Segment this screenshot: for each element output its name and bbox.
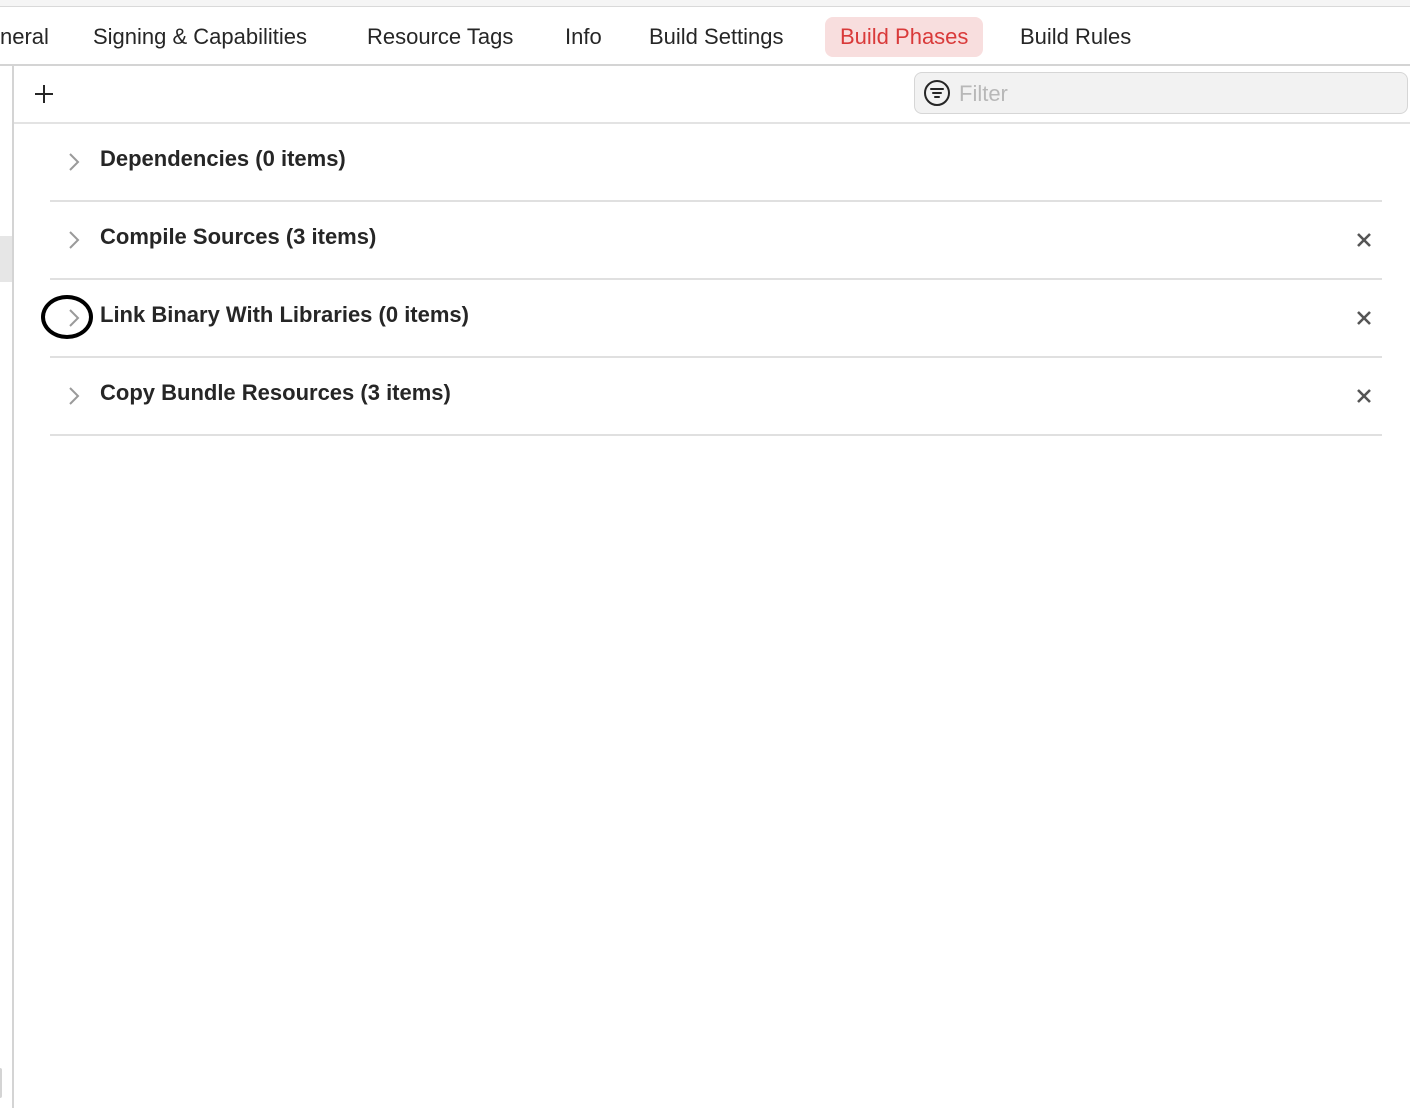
tab-resource-tags[interactable]: Resource Tags	[367, 17, 513, 57]
delete-phase-icon[interactable]	[1354, 308, 1374, 328]
left-pane-scroll-edge	[0, 1068, 2, 1098]
delete-phase-icon[interactable]	[1354, 230, 1374, 250]
phase-row-copy-bundle-resources[interactable]: Copy Bundle Resources (3 items)	[50, 358, 1382, 436]
phase-title: Link Binary With Libraries (0 items)	[100, 302, 469, 327]
tab-info[interactable]: Info	[565, 17, 602, 57]
filter-field[interactable]	[914, 72, 1408, 114]
tab-general[interactable]: neral	[0, 17, 49, 57]
chevron-right-icon[interactable]	[64, 306, 84, 330]
phase-row-link-binary[interactable]: Link Binary With Libraries (0 items)	[50, 280, 1382, 358]
phase-title: Copy Bundle Resources (3 items)	[100, 380, 451, 405]
editor-tab-bar: neral Signing & Capabilities Resource Ta…	[0, 7, 1410, 66]
left-pane-border	[12, 66, 14, 1108]
add-build-phase-button[interactable]	[30, 80, 58, 108]
window-top-strip	[0, 0, 1410, 7]
build-phases-editor: neral Signing & Capabilities Resource Ta…	[0, 0, 1410, 1108]
chevron-right-icon[interactable]	[64, 384, 84, 408]
plus-icon	[35, 85, 53, 103]
phase-title: Dependencies (0 items)	[100, 146, 346, 171]
tab-signing-capabilities[interactable]: Signing & Capabilities	[93, 17, 307, 57]
phases-toolbar	[14, 66, 1410, 124]
phase-row-dependencies[interactable]: Dependencies (0 items)	[50, 124, 1382, 202]
phase-title: Compile Sources (3 items)	[100, 224, 377, 249]
filter-icon	[924, 80, 950, 106]
chevron-right-icon[interactable]	[64, 228, 84, 252]
chevron-right-icon[interactable]	[64, 150, 84, 174]
target-list-selection[interactable]	[0, 236, 12, 282]
phase-row-compile-sources[interactable]: Compile Sources (3 items)	[50, 202, 1382, 280]
tab-build-phases[interactable]: Build Phases	[825, 17, 984, 57]
tab-build-rules[interactable]: Build Rules	[1020, 17, 1131, 57]
tab-build-settings[interactable]: Build Settings	[649, 17, 784, 57]
delete-phase-icon[interactable]	[1354, 386, 1374, 406]
filter-input[interactable]	[957, 75, 1401, 113]
